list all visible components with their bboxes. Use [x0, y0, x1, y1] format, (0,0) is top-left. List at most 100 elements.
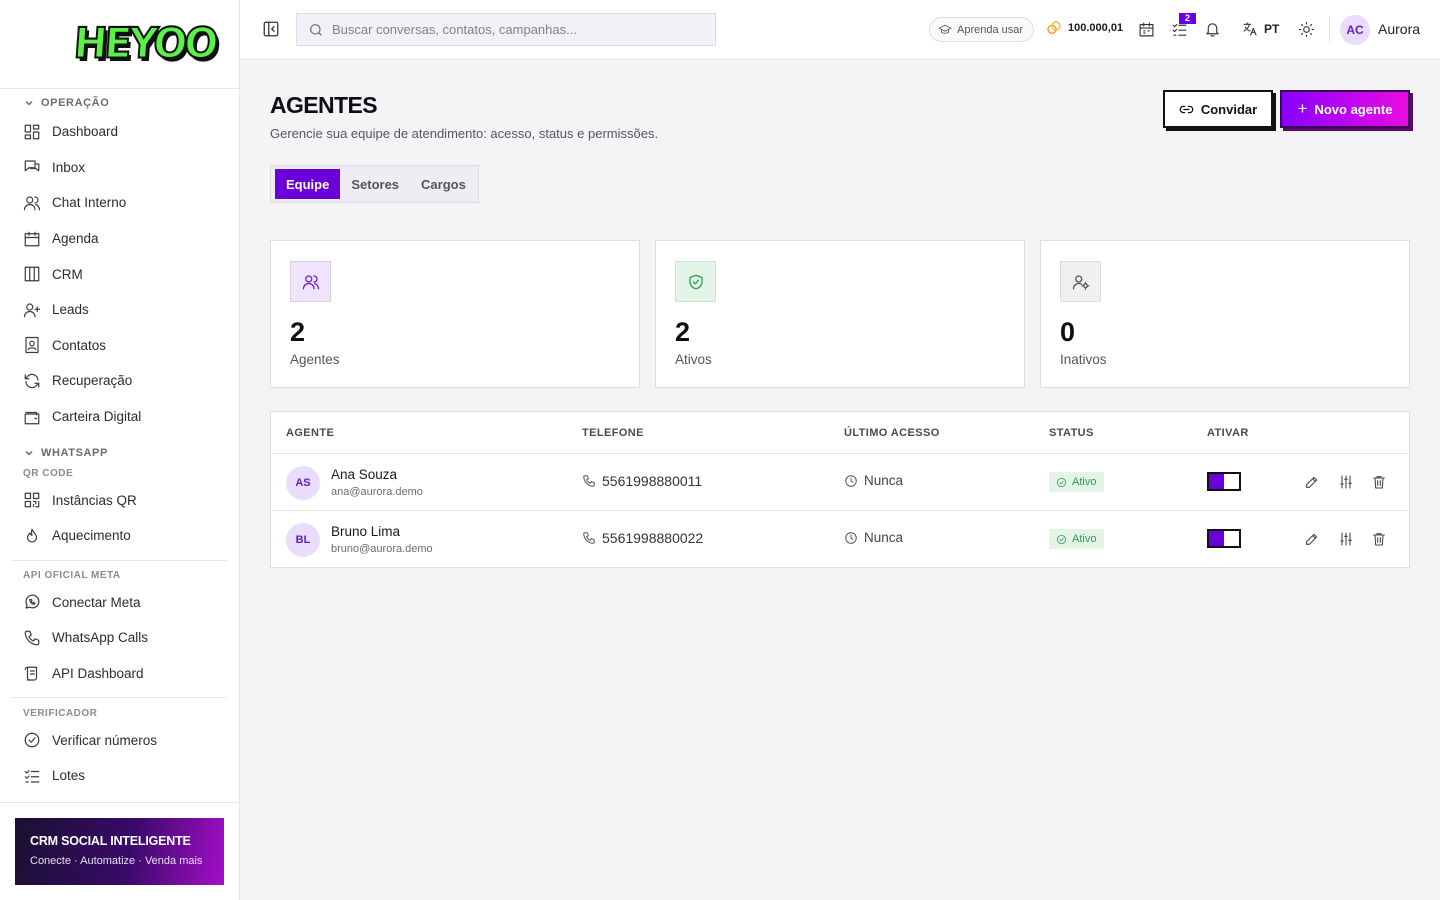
- clock-icon: [845, 531, 857, 544]
- search-box[interactable]: [296, 13, 716, 46]
- sidebar-item-aquecimento[interactable]: Aquecimento: [0, 518, 239, 554]
- search-input[interactable]: [332, 22, 692, 37]
- sidebar-item-api-dashboard[interactable]: API Dashboard: [0, 656, 239, 692]
- section-whatsapp[interactable]: WHATSAPP: [0, 442, 239, 464]
- stat-card-ativos: 2 Ativos: [655, 240, 1025, 388]
- sidebar-item-contatos[interactable]: Contatos: [0, 328, 239, 364]
- agent-name: Bruno Lima: [331, 524, 401, 539]
- users-icon: [23, 196, 41, 211]
- sidebar-item-label: Aquecimento: [52, 528, 131, 544]
- active-toggle[interactable]: [1207, 472, 1241, 491]
- last-access: Nunca: [844, 473, 903, 488]
- sliders-icon[interactable]: [1338, 474, 1354, 490]
- credits-value: 100.000,01: [1068, 22, 1124, 34]
- plus-icon: +: [1297, 99, 1308, 118]
- logo-area: HEYOO: [0, 0, 239, 89]
- trash-icon[interactable]: [1371, 474, 1387, 490]
- sliders-icon[interactable]: [1338, 531, 1354, 547]
- column-header-ativar[interactable]: ATIVAR: [1207, 427, 1249, 439]
- agents-table: AGENTE TELEFONE ÚLTIMO ACESSO STATUS ATI…: [270, 411, 1410, 568]
- sidebar-item-recuperacao[interactable]: Recuperação: [0, 363, 239, 399]
- learn-button[interactable]: Aprenda usar: [929, 17, 1035, 42]
- calendar-icon: [24, 231, 40, 246]
- last-access-value: Nunca: [864, 473, 904, 488]
- sidebar-item-label: Agenda: [52, 231, 99, 247]
- column-header-ultimo-acesso[interactable]: ÚLTIMO ACESSO: [844, 427, 940, 439]
- stat-label: Agentes: [290, 352, 340, 367]
- invite-button[interactable]: Convidar: [1163, 90, 1273, 128]
- sidebar-item-whatsapp-calls[interactable]: WhatsApp Calls: [0, 620, 239, 656]
- phone-value: 5561998880022: [602, 530, 704, 546]
- stat-value: 0: [1060, 317, 1076, 347]
- section-operacao[interactable]: OPERAÇÃO: [0, 92, 239, 114]
- shield-check-icon: [688, 274, 703, 289]
- divider: [12, 559, 227, 561]
- active-toggle[interactable]: [1207, 529, 1241, 548]
- trash-icon[interactable]: [1371, 531, 1387, 547]
- list-check-icon: [24, 769, 40, 783]
- section-title: WHATSAPP: [41, 447, 108, 460]
- table-row: BL Bruno Lima bruno@aurora.demo 55619988…: [271, 511, 1409, 568]
- avatar[interactable]: AC: [1340, 15, 1370, 45]
- sidebar-item-leads[interactable]: Leads: [0, 292, 239, 328]
- search-icon: [310, 23, 322, 36]
- sidebar-item-lotes[interactable]: Lotes: [0, 758, 239, 794]
- logo[interactable]: HEYOO: [71, 19, 218, 69]
- avatar: BL: [286, 523, 320, 557]
- sidebar-item-label: Verificar números: [52, 732, 158, 748]
- new-agent-label: Novo agente: [1314, 101, 1393, 117]
- sidebar-item-chat-interno[interactable]: Chat Interno: [0, 185, 239, 221]
- sidebar-item-agenda[interactable]: Agenda: [0, 221, 239, 257]
- user-name[interactable]: Aurora: [1378, 21, 1420, 37]
- column-header-telefone[interactable]: TELEFONE: [582, 427, 644, 439]
- phone-value: 5561998880011: [602, 473, 703, 489]
- language-selector[interactable]: PT: [1242, 21, 1279, 37]
- sidebar-item-conectar-meta[interactable]: Conectar Meta: [0, 585, 239, 621]
- stat-value: 2: [675, 317, 691, 347]
- sidebar-toggle-icon[interactable]: [262, 20, 280, 38]
- sun-icon[interactable]: [1298, 21, 1315, 38]
- graduation-cap-icon: [938, 24, 952, 34]
- dashboard-icon: [24, 124, 40, 140]
- last-access-value: Nunca: [864, 530, 904, 545]
- sidebar-item-crm[interactable]: CRM: [0, 256, 239, 292]
- tabs: Equipe Setores Cargos: [270, 165, 479, 203]
- stat-icon-box: [290, 261, 331, 302]
- sidebar-item-inbox[interactable]: Inbox: [0, 150, 239, 186]
- credits-balance[interactable]: 100.000,01: [1046, 20, 1123, 36]
- tab-cargos[interactable]: Cargos: [410, 169, 477, 199]
- sidebar-item-label: Conectar Meta: [52, 594, 141, 610]
- sidebar-item-label: Carteira Digital: [52, 409, 142, 425]
- sidebar-item-carteira-digital[interactable]: Carteira Digital: [0, 399, 239, 435]
- column-header-status[interactable]: STATUS: [1049, 427, 1094, 439]
- stat-card-inativos: 0 Inativos: [1040, 240, 1410, 388]
- tab-setores[interactable]: Setores: [340, 169, 410, 199]
- sidebar-item-label: Inbox: [52, 159, 86, 175]
- sidebar-item-label: WhatsApp Calls: [52, 630, 149, 646]
- section-title: OPERAÇÃO: [41, 97, 110, 109]
- sidebar-item-dashboard[interactable]: Dashboard: [0, 114, 239, 150]
- stat-value: 2: [290, 317, 306, 347]
- promo-banner[interactable]: CRM SOCIAL INTELIGENTE Conecte · Automat…: [15, 818, 224, 885]
- subsection-verificador: VERIFICADOR: [23, 707, 98, 719]
- status-badge: Ativo: [1049, 529, 1105, 549]
- sidebar-item-verificar-numeros[interactable]: Verificar números: [0, 722, 239, 758]
- new-agent-button[interactable]: + Novo agente: [1280, 90, 1410, 128]
- calendar-icon[interactable]: [1138, 21, 1155, 38]
- column-header-agente[interactable]: AGENTE: [286, 427, 334, 439]
- edit-icon[interactable]: [1304, 531, 1320, 547]
- agent-email: ana@aurora.demo: [331, 486, 423, 498]
- bell-icon[interactable]: [1204, 21, 1221, 38]
- sidebar-item-label: API Dashboard: [52, 666, 144, 682]
- status-badge: Ativo: [1049, 472, 1105, 492]
- tab-equipe[interactable]: Equipe: [275, 169, 341, 199]
- sidebar-item-label: Chat Interno: [52, 195, 127, 211]
- subsection-qr-code: QR CODE: [23, 467, 74, 479]
- tasks-badge: 2: [1179, 13, 1196, 24]
- translate-icon: [1243, 22, 1257, 36]
- edit-icon[interactable]: [1304, 474, 1320, 490]
- sidebar-item-instancias-qr[interactable]: Instâncias QR: [0, 482, 239, 518]
- wallet-icon: [24, 411, 40, 424]
- page-subtitle: Gerencie sua equipe de atendimento: aces…: [270, 126, 659, 141]
